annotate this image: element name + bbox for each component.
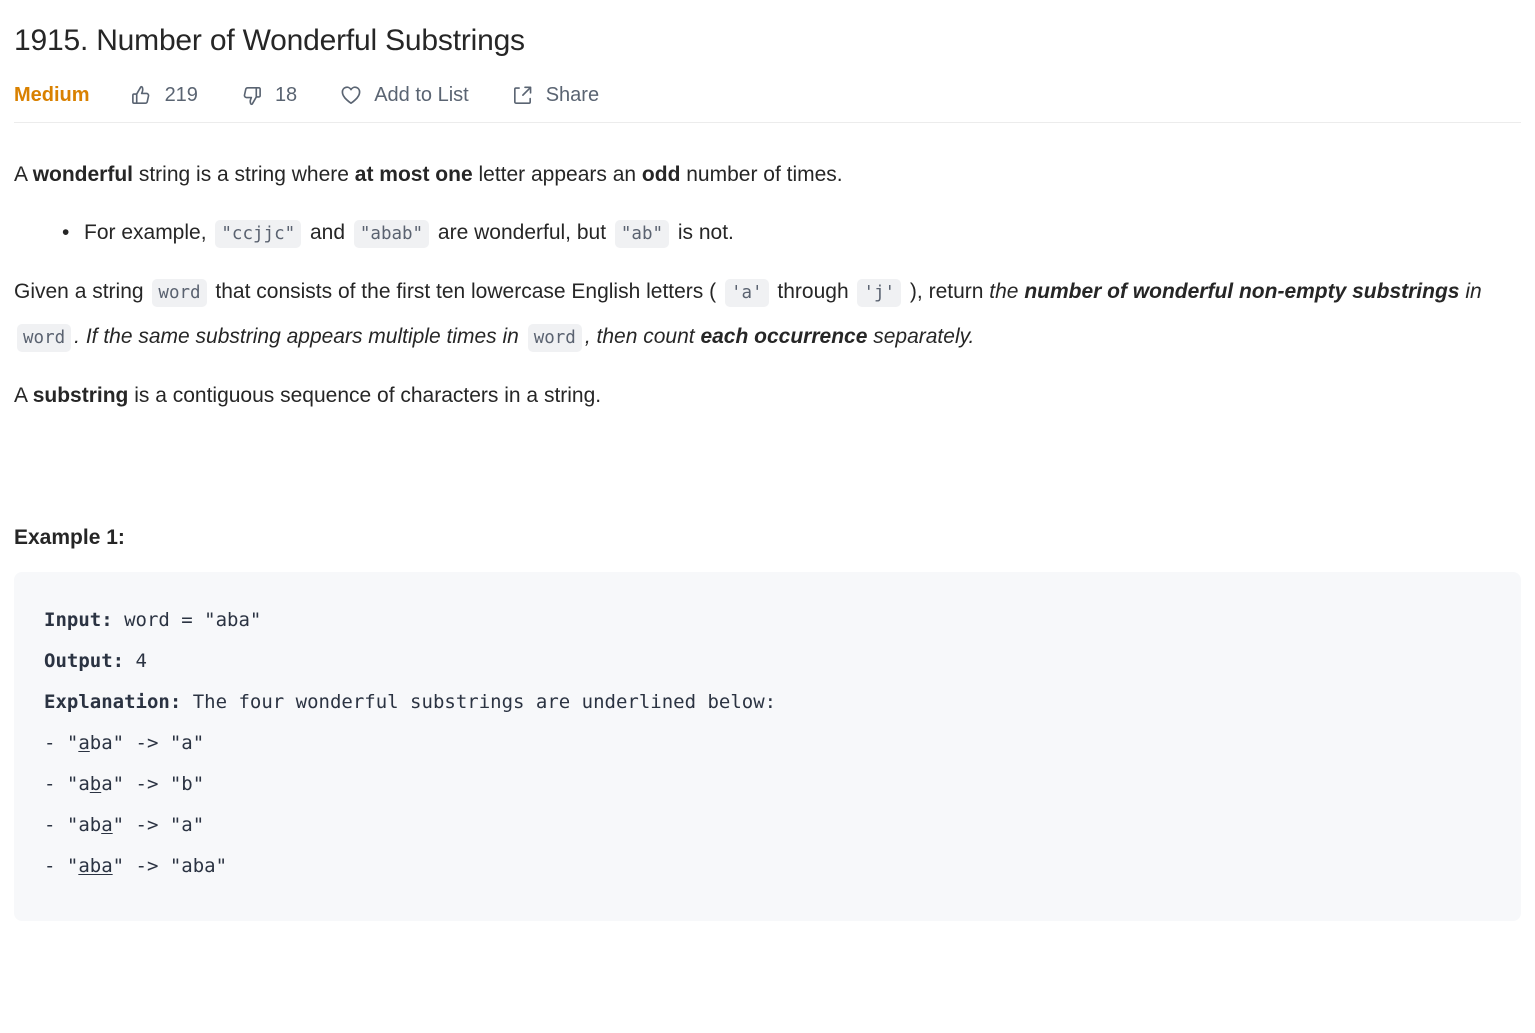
p2-italic-1: the: [989, 280, 1025, 303]
p2-text-3: through: [771, 280, 855, 303]
add-to-list-button[interactable]: Add to List: [339, 83, 469, 107]
bullet1-text-2: and: [304, 221, 351, 244]
inline-code-word-1: word: [152, 279, 207, 307]
line-prefix: - ": [44, 855, 79, 877]
p2-italic-3: . If the same substring appears multiple…: [74, 325, 525, 348]
output-value: 4: [124, 650, 147, 672]
example-1-heading: Example 1:: [14, 526, 125, 549]
inline-code-abab: "abab": [353, 220, 430, 248]
bullet1-text-4: is not.: [672, 221, 734, 244]
status-badge-difficulty[interactable]: Medium: [14, 84, 90, 107]
p1-text-3: letter appears an: [472, 163, 642, 186]
inline-code-ccjjc: "ccjjc": [215, 220, 302, 248]
line-underlined: a: [78, 732, 90, 754]
downvote-button[interactable]: 18: [240, 83, 297, 107]
p3-text-1: A: [14, 384, 33, 407]
explanation-label: Explanation:: [44, 691, 182, 713]
description-paragraph-2: Given a string word that consists of the…: [14, 270, 1521, 360]
line-prefix: - ": [44, 732, 79, 754]
description-paragraph-3: A substring is a contiguous sequence of …: [14, 374, 1521, 418]
line-underlined: b: [89, 773, 102, 795]
inline-code-j: 'j': [857, 279, 902, 307]
heart-icon: [339, 83, 363, 107]
inline-code-ab: "ab": [614, 220, 670, 248]
inline-code-word-3: word: [527, 324, 582, 352]
input-label: Input:: [44, 609, 113, 631]
page-title: 1915. Number of Wonderful Substrings: [14, 24, 525, 57]
add-to-list-label: Add to List: [374, 83, 469, 106]
problem-description: A wonderful string is a string where at …: [14, 123, 1521, 921]
line-underlined: a: [101, 814, 113, 836]
line-prefix: - "ab: [44, 814, 102, 836]
share-label: Share: [545, 83, 600, 106]
explanation-line: - "aba" -> "a": [44, 732, 204, 754]
line-rest: " -> "a": [112, 814, 205, 836]
p2-text-4: ), return: [904, 280, 990, 303]
explanation-line: - "aba" -> "a": [44, 814, 204, 836]
line-underlined: aba: [78, 855, 113, 877]
problem-meta-row: Medium 219 18 Add to List Share: [14, 74, 1521, 116]
p1-bold-odd: odd: [641, 163, 681, 186]
p1-text-2: string is a string where: [133, 163, 355, 186]
line-rest: a" -> "b": [101, 773, 205, 795]
thumbs-down-icon: [240, 83, 264, 107]
p2-italic-5: separately.: [867, 325, 975, 348]
output-label: Output:: [44, 650, 125, 672]
explanation-line: - "aba" -> "aba": [44, 855, 227, 877]
p2-text-1: Given a string: [14, 280, 150, 303]
example-1-code-block: Input: word = "aba" Output: 4 Explanatio…: [14, 572, 1521, 921]
downvote-count: 18: [274, 83, 298, 106]
line-rest: " -> "aba": [112, 855, 228, 877]
p2-bold-italic-1: number of wonderful non-empty substrings: [1024, 280, 1460, 303]
explanation-line: - "aba" -> "b": [44, 773, 204, 795]
inline-code-a: 'a': [724, 279, 769, 307]
line-rest: ba" -> "a": [89, 732, 205, 754]
inline-code-word-2: word: [17, 324, 72, 352]
bullet1-text-3: are wonderful, but: [432, 221, 612, 244]
p3-bold-substring: substring: [32, 384, 129, 407]
thumbs-up-icon: [130, 83, 154, 107]
upvote-button[interactable]: 219: [130, 83, 198, 107]
p1-text-4: number of times.: [680, 163, 843, 186]
input-value: word = "aba": [112, 609, 262, 631]
upvote-count: 219: [164, 83, 198, 106]
p1-bold-at-most-one: at most one: [354, 163, 473, 186]
line-prefix: - "a: [44, 773, 90, 795]
problem-page: 1915. Number of Wonderful Substrings Med…: [0, 0, 1535, 1033]
share-icon: [511, 83, 535, 107]
p2-bold-italic-2: each occurrence: [700, 325, 868, 348]
p1-bold-wonderful: wonderful: [32, 163, 134, 186]
p3-text-2: is a contiguous sequence of characters i…: [128, 384, 602, 407]
explanation-value: The four wonderful substrings are underl…: [181, 691, 777, 713]
description-paragraph-1: A wonderful string is a string where at …: [14, 153, 1521, 197]
p1-text-1: A: [14, 163, 33, 186]
list-item: For example, "ccjjc" and "abab" are wond…: [62, 211, 1521, 256]
p2-italic-2: in: [1459, 280, 1482, 303]
share-button[interactable]: Share: [511, 83, 599, 107]
description-bullet-list: For example, "ccjjc" and "abab" are wond…: [14, 211, 1521, 256]
p2-text-2: that consists of the first ten lowercase…: [209, 280, 722, 303]
p2-italic-4: , then count: [584, 325, 701, 348]
bullet1-text-1: For example,: [84, 221, 213, 244]
